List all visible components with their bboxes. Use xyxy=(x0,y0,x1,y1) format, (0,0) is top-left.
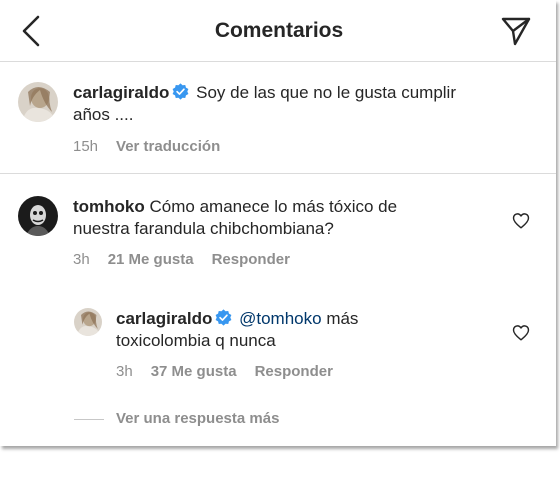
comment-line-1: Cómo amanece lo más tóxico de xyxy=(149,197,398,216)
paper-plane-icon xyxy=(501,17,531,46)
caption-username[interactable]: carlagiraldo xyxy=(73,83,169,102)
caption-time: 15h xyxy=(73,138,99,155)
comment-line-2: nuestra farandula chibchombiana? xyxy=(73,219,334,238)
caption-line-1: Soy de las que no le gusta cumplir xyxy=(196,83,456,102)
reply-likes[interactable]: 37 Me gusta xyxy=(151,363,237,380)
comment-username[interactable]: tomhoko xyxy=(73,197,145,216)
reply-text: carlagiraldo @tomhoko más toxicolombia q… xyxy=(116,308,496,352)
reply-line-2: toxicolombia q nunca xyxy=(116,331,276,350)
translate-link[interactable]: Ver traducción xyxy=(116,138,220,155)
avatar[interactable] xyxy=(18,82,58,122)
comment-meta: 3h 21 Me gusta Responder xyxy=(73,251,308,268)
verified-badge-icon xyxy=(172,83,189,100)
like-heart-icon[interactable] xyxy=(512,212,530,230)
like-heart-icon[interactable] xyxy=(512,324,530,342)
share-button[interactable] xyxy=(500,15,532,47)
verified-badge-icon xyxy=(215,309,232,326)
comments-panel: Comentarios carlagiraldo Soy de las que … xyxy=(0,0,556,446)
avatar[interactable] xyxy=(74,308,102,336)
divider xyxy=(74,418,104,420)
post-caption: carlagiraldo Soy de las que no le gusta … xyxy=(0,62,556,174)
view-more-replies[interactable]: Ver una respuesta más xyxy=(74,410,279,427)
comment-time: 3h xyxy=(73,251,90,268)
avatar[interactable] xyxy=(18,196,58,236)
comment-text: tomhoko Cómo amanece lo más tóxico de nu… xyxy=(73,196,493,240)
comment-likes[interactable]: 21 Me gusta xyxy=(108,251,194,268)
mention-link[interactable]: @tomhoko xyxy=(239,309,321,328)
caption-meta: 15h Ver traducción xyxy=(73,138,238,155)
reply-username[interactable]: carlagiraldo xyxy=(116,309,212,328)
reply-line-1: más xyxy=(326,309,359,328)
caption-line-2: años .... xyxy=(73,105,134,124)
page-title: Comentarios xyxy=(214,19,344,42)
reply-time: 3h xyxy=(116,363,133,380)
reply-button[interactable]: Responder xyxy=(255,363,333,380)
reply-button[interactable]: Responder xyxy=(212,251,290,268)
caption-text: carlagiraldo Soy de las que no le gusta … xyxy=(73,82,543,126)
reply-meta: 3h 37 Me gusta Responder xyxy=(116,363,351,380)
header: Comentarios xyxy=(0,0,556,62)
view-more-label: Ver una respuesta más xyxy=(116,410,280,427)
